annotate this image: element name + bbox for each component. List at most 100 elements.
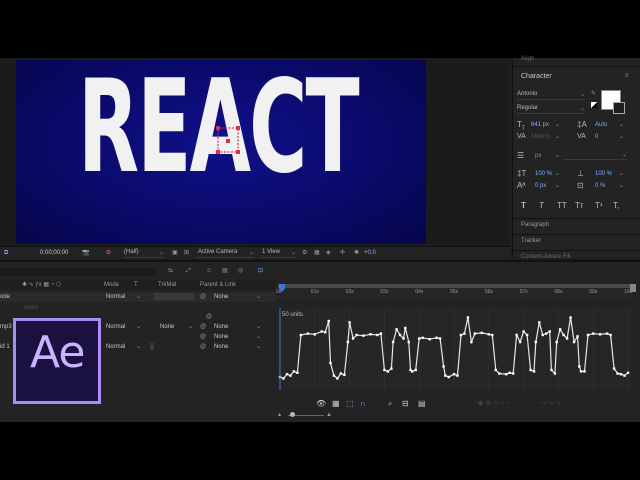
swap-colors-icon[interactable] bbox=[591, 102, 597, 108]
keyframe-point[interactable] bbox=[565, 337, 569, 340]
keyframe-point[interactable] bbox=[404, 326, 407, 330]
keyframe-point[interactable] bbox=[626, 371, 630, 374]
pickwhip-icon[interactable]: @ bbox=[200, 344, 206, 350]
keyframe-point[interactable] bbox=[508, 371, 511, 374]
keyframe-point[interactable] bbox=[391, 340, 395, 344]
small-caps-button[interactable]: Tт bbox=[575, 202, 584, 210]
keyframe-point[interactable] bbox=[623, 374, 626, 377]
layer-mode[interactable]: Normal bbox=[106, 344, 125, 350]
camera-icon[interactable]: 📷 bbox=[82, 250, 89, 256]
keyframe-point[interactable] bbox=[296, 371, 299, 374]
layer-mode[interactable]: Normal bbox=[106, 294, 125, 300]
resolution-dropdown[interactable]: (Half) ⌄ bbox=[124, 249, 164, 258]
exposure-icon[interactable]: ✺ bbox=[354, 250, 359, 256]
motion-blur-icon[interactable]: ◎ bbox=[238, 268, 243, 274]
pickwhip-icon[interactable]: @ bbox=[200, 324, 206, 330]
keyframe-point[interactable] bbox=[505, 373, 508, 376]
keyframe-point[interactable] bbox=[612, 367, 616, 370]
text-selection-box[interactable] bbox=[212, 122, 248, 158]
chevron-down-icon[interactable]: ⌄ bbox=[619, 134, 624, 140]
layer-parent[interactable]: None bbox=[214, 334, 228, 340]
keyframe-point[interactable] bbox=[285, 373, 289, 376]
vertical-scale-value[interactable]: 100 % bbox=[535, 171, 552, 177]
keyframe-point[interactable] bbox=[459, 333, 463, 337]
keyframe-point[interactable] bbox=[362, 334, 365, 337]
shy-layers-icon[interactable]: ☺ bbox=[206, 268, 212, 274]
pickwhip-icon[interactable]: @ bbox=[200, 294, 206, 300]
keyframe-point[interactable] bbox=[428, 338, 431, 341]
keyframe-point[interactable] bbox=[289, 374, 292, 377]
transform-box-icon[interactable]: ⬚ bbox=[346, 400, 354, 408]
graph-editor-icon[interactable]: ⊡ bbox=[258, 268, 263, 274]
keyframe-point[interactable] bbox=[529, 368, 532, 372]
keyframe-point[interactable] bbox=[562, 333, 565, 337]
keyframe-point[interactable] bbox=[306, 332, 310, 335]
keyframe-point[interactable] bbox=[346, 340, 350, 344]
snap-icon[interactable]: ∩ bbox=[360, 400, 366, 408]
chevron-down-icon[interactable]: ⌄ bbox=[555, 134, 560, 140]
keyframe-point[interactable] bbox=[336, 377, 339, 380]
keyframe-point[interactable] bbox=[435, 336, 438, 339]
frame-blending-icon[interactable]: ▤ bbox=[222, 268, 228, 274]
chevron-down-icon[interactable]: ⌄ bbox=[619, 171, 624, 177]
layer-parent[interactable]: None bbox=[214, 344, 228, 350]
keyframe-point[interactable] bbox=[418, 337, 421, 340]
work-area-bar[interactable] bbox=[278, 284, 632, 288]
separate-dimensions-icon[interactable]: ▤ bbox=[418, 400, 426, 408]
transparency-icon[interactable]: ▦ bbox=[314, 250, 320, 256]
keyframe-point[interactable] bbox=[494, 368, 497, 372]
all-caps-button[interactable]: TT bbox=[557, 202, 567, 210]
keyframe-point[interactable] bbox=[609, 333, 612, 337]
tracker-panel-tab[interactable]: Tracker bbox=[521, 238, 541, 244]
paragraph-panel-tab[interactable]: Paragraph bbox=[521, 222, 549, 228]
keyframe-point[interactable] bbox=[598, 333, 602, 336]
trkmat-column-header[interactable]: TrkMat bbox=[158, 282, 176, 288]
keyframe-point[interactable] bbox=[299, 333, 303, 337]
chevron-down-icon[interactable]: ⌄ bbox=[256, 294, 261, 300]
keyframe-point[interactable] bbox=[555, 340, 558, 344]
time-ruler[interactable]: 0s 01s 02s 03s 04s 05s 06s 07s 08s 09s 10s bbox=[276, 284, 632, 298]
keyframe-point[interactable] bbox=[390, 367, 393, 370]
color-icon[interactable]: ✿ bbox=[106, 250, 111, 256]
stroke-type-dropdown[interactable]: ⌄ bbox=[563, 151, 627, 160]
chevron-down-icon[interactable]: ⌄ bbox=[555, 122, 560, 128]
tsume-value[interactable]: 0 % bbox=[595, 183, 605, 189]
keyframe-point[interactable] bbox=[320, 330, 323, 333]
keyframe-point[interactable] bbox=[480, 331, 484, 335]
timecode-display[interactable]: 0;00;00;00 bbox=[40, 250, 68, 256]
graph-editor-curve[interactable] bbox=[278, 308, 632, 390]
align-panel-tab[interactable]: Align bbox=[521, 56, 534, 62]
stroke-width-value[interactable]: px bbox=[535, 153, 541, 159]
keyframe-point[interactable] bbox=[379, 332, 383, 335]
layer-name[interactable]: id 1 bbox=[0, 344, 10, 350]
fast-preview-icon[interactable]: ⚙ bbox=[302, 250, 307, 256]
composition-canvas[interactable]: REACT bbox=[16, 60, 426, 244]
pickwhip-icon[interactable]: @ bbox=[200, 334, 206, 340]
region-icon[interactable]: ▣ bbox=[172, 250, 178, 256]
layer-name[interactable]: mp3 bbox=[0, 324, 12, 330]
keyframe-point[interactable] bbox=[348, 321, 351, 324]
keyframe-point[interactable] bbox=[569, 316, 572, 319]
layer-mode[interactable]: Normal bbox=[106, 324, 125, 330]
work-area-end-handle[interactable] bbox=[630, 284, 636, 292]
keyframe-point[interactable] bbox=[351, 337, 355, 340]
chevron-down-icon[interactable]: ⌄ bbox=[555, 183, 560, 189]
keyframe-point[interactable] bbox=[329, 361, 332, 365]
keyframe-point[interactable] bbox=[395, 328, 398, 331]
keyframe-point[interactable] bbox=[487, 333, 490, 336]
keyframe-point[interactable] bbox=[466, 316, 470, 319]
keyframe-point[interactable] bbox=[369, 333, 372, 336]
layer-row[interactable]: ode Normal ⌄ @ None ⌄ bbox=[0, 292, 276, 302]
camera-dropdown[interactable]: Active Camera ⌄ bbox=[198, 249, 254, 258]
zoom-handle[interactable] bbox=[290, 412, 295, 417]
faux-bold-button[interactable]: T bbox=[521, 202, 526, 210]
keyframe-point[interactable] bbox=[327, 319, 330, 323]
keyframe-point[interactable] bbox=[576, 335, 579, 338]
leading-value[interactable]: Auto bbox=[595, 122, 607, 128]
tracking-value[interactable]: 0 bbox=[595, 134, 598, 140]
chevron-down-icon[interactable]: ⌄ bbox=[136, 344, 141, 350]
3d-view-icon[interactable]: ◈ bbox=[326, 250, 331, 256]
exposure-value[interactable]: +0,0 bbox=[364, 250, 376, 256]
eyedropper-icon[interactable]: ✎ bbox=[591, 91, 596, 97]
keyframe-point[interactable] bbox=[421, 336, 424, 339]
